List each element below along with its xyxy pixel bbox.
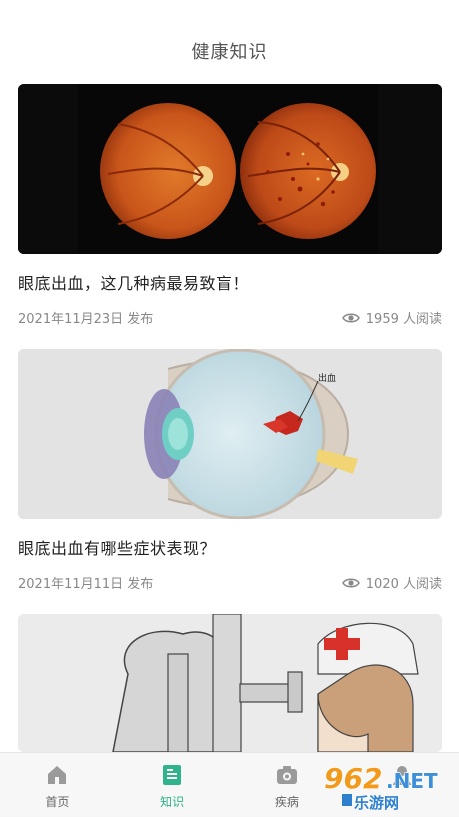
tab-label: 知识 bbox=[160, 795, 185, 809]
article-image[interactable]: 出血 bbox=[18, 349, 442, 519]
article-image[interactable] bbox=[18, 84, 442, 254]
article-card[interactable]: 出血 眼底出血有哪些症状表现？ 2021年11月11日 发布 1020 人阅读 bbox=[18, 349, 442, 592]
watermark-logo: 962 .NET 乐游网 bbox=[323, 761, 438, 812]
tab-label: 疾病 bbox=[274, 795, 299, 809]
knowledge-icon bbox=[163, 765, 182, 785]
tab-label: 首页 bbox=[45, 795, 70, 809]
view-count-text: 1020 人阅读 bbox=[365, 577, 442, 592]
eye-diagram-image: 出血 bbox=[18, 349, 442, 519]
article-title[interactable]: 眼底出血有哪些症状表现？ bbox=[18, 535, 442, 559]
disease-icon bbox=[276, 766, 297, 784]
article-image[interactable] bbox=[18, 614, 442, 752]
fundus-image bbox=[18, 84, 442, 254]
eye-icon bbox=[341, 313, 360, 322]
article-title[interactable]: 眼底出血，这几种病最易致盲！ bbox=[18, 270, 442, 294]
article-meta: 2021年11月11日 发布 1020 人阅读 bbox=[18, 573, 442, 592]
watermark-number: 962 bbox=[324, 762, 382, 795]
publish-date: 2021年11月23日 发布 bbox=[18, 312, 154, 327]
publish-date: 2021年11月11日 发布 bbox=[18, 577, 154, 592]
view-count-text: 1959 人阅读 bbox=[365, 312, 442, 327]
header: 健康知识 bbox=[0, 0, 459, 84]
article-card[interactable]: 眼底出血，这几种病最易致盲！ 2021年11月23日 发布 1959 人阅读 bbox=[18, 84, 442, 327]
eye-icon bbox=[341, 578, 360, 587]
image-label: 出血 bbox=[318, 372, 336, 384]
tab-home[interactable]: 首页 bbox=[0, 753, 115, 817]
watermark-suffix: .NET bbox=[386, 769, 438, 793]
view-count: 1020 人阅读 bbox=[341, 573, 442, 592]
eye-exam-illustration bbox=[18, 614, 442, 752]
article-meta: 2021年11月23日 发布 1959 人阅读 bbox=[18, 308, 442, 327]
home-icon bbox=[48, 766, 67, 784]
site-watermark: 962 .NET 乐游网 bbox=[320, 758, 456, 814]
tab-knowledge[interactable]: 知识 bbox=[115, 753, 230, 817]
view-count: 1959 人阅读 bbox=[341, 308, 442, 327]
page-title: 健康知识 bbox=[191, 42, 268, 63]
watermark-site: 乐游网 bbox=[354, 794, 399, 812]
article-card[interactable] bbox=[18, 614, 442, 752]
